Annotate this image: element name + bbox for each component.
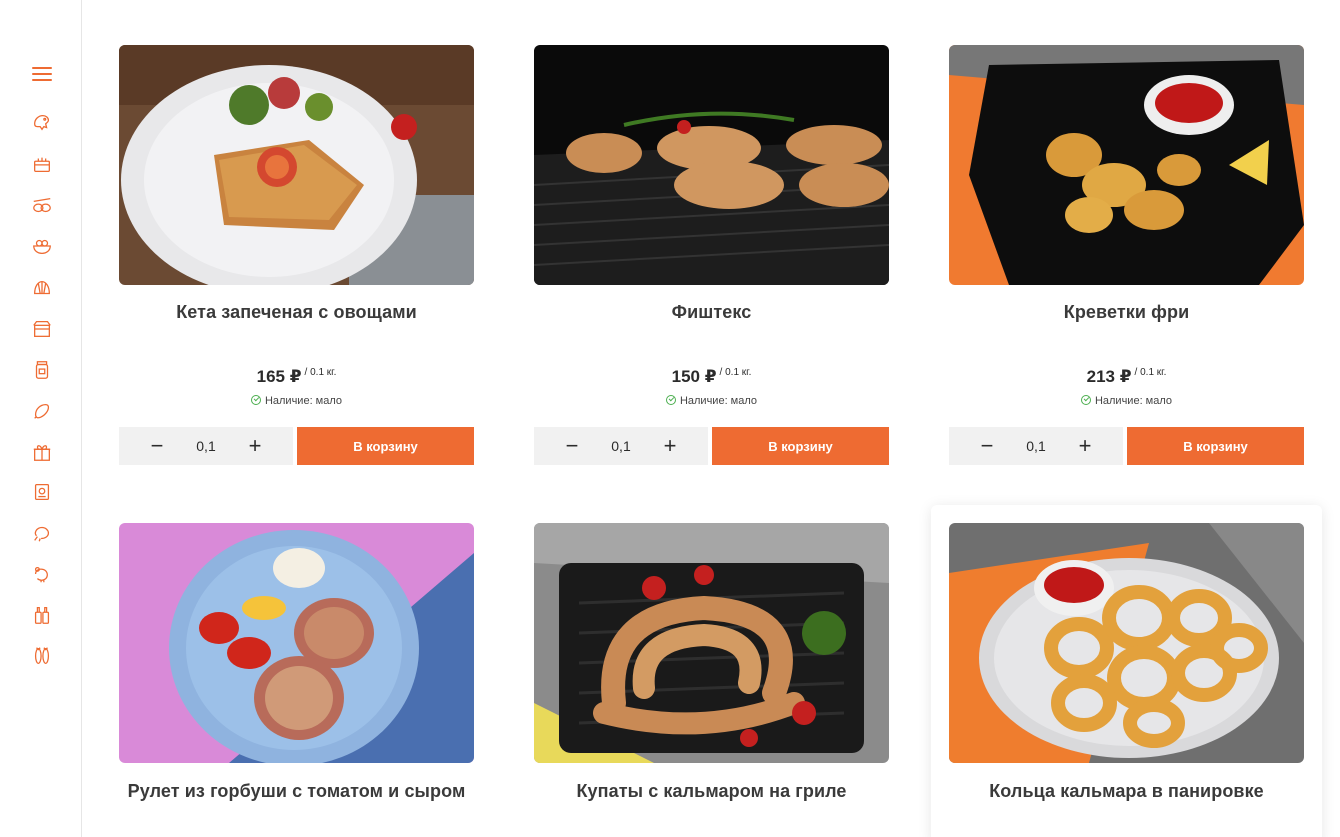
availability: Наличие: мало	[534, 395, 889, 407]
decrement-button[interactable]: −	[149, 435, 165, 457]
availability: Наличие: мало	[119, 395, 474, 407]
salad-icon[interactable]	[30, 234, 54, 258]
jar-icon[interactable]	[30, 358, 54, 382]
decrement-button[interactable]: −	[979, 435, 995, 457]
product-photo[interactable]	[949, 523, 1304, 763]
product-title[interactable]: Купаты с кальмаром на гриле	[534, 781, 889, 802]
quantity-stepper: − 0,1 +	[119, 427, 293, 465]
product-photo[interactable]	[534, 523, 889, 763]
price-unit: / 0.1 кг.	[304, 367, 337, 378]
product-title[interactable]: Кета запеченая с овощами	[119, 302, 474, 323]
increment-button[interactable]: +	[662, 435, 678, 457]
product-photo[interactable]	[949, 45, 1304, 285]
product-title[interactable]: Рулет из горбуши с томатом и сыром	[119, 781, 474, 802]
check-icon	[665, 395, 676, 405]
add-to-cart-button[interactable]: В корзину	[712, 427, 889, 465]
decrement-button[interactable]: −	[564, 435, 580, 457]
product-photo[interactable]	[534, 45, 889, 285]
product-photo[interactable]	[119, 45, 474, 285]
availability-text: Наличие: мало	[1094, 395, 1173, 407]
add-to-cart-button[interactable]: В корзину	[297, 427, 474, 465]
price-row: 150 ₽/ 0.1 кг.	[534, 367, 889, 387]
add-to-cart-button[interactable]: В корзину	[1127, 427, 1304, 465]
product-card: Кольца кальмара в панировке	[931, 505, 1322, 837]
quantity-stepper: − 0,1 +	[949, 427, 1123, 465]
availability-text: Наличие: мало	[679, 395, 758, 407]
quantity-value[interactable]: 0,1	[1016, 438, 1056, 454]
turkey-icon[interactable]	[30, 562, 54, 586]
price-row: 165 ₽/ 0.1 кг.	[119, 367, 474, 387]
product-photo[interactable]	[119, 523, 474, 763]
shell-icon[interactable]	[30, 276, 54, 300]
increment-button[interactable]: +	[1077, 435, 1093, 457]
check-icon	[1080, 395, 1091, 405]
chicken-icon[interactable]	[30, 521, 54, 545]
availability: Наличие: мало	[949, 395, 1304, 407]
availability-text: Наличие: мало	[264, 395, 343, 407]
quantity-stepper: − 0,1 +	[534, 427, 708, 465]
product-title[interactable]: Кольца кальмара в панировке	[949, 781, 1304, 802]
gift-icon[interactable]	[30, 440, 54, 464]
increment-button[interactable]: +	[247, 435, 263, 457]
sausage-icon[interactable]	[30, 399, 54, 423]
box-icon[interactable]	[30, 152, 54, 176]
grill-icon[interactable]	[30, 480, 54, 504]
price-unit: / 0.1 кг.	[1134, 367, 1167, 378]
product-title[interactable]: Креветки фри	[949, 302, 1304, 323]
quantity-value[interactable]: 0,1	[601, 438, 641, 454]
product-price: 165 ₽	[256, 367, 302, 386]
check-icon	[250, 395, 261, 405]
fish-icon[interactable]	[30, 644, 54, 668]
sidebar	[0, 0, 82, 837]
price-unit: / 0.1 кг.	[719, 367, 752, 378]
product-price: 213 ₽	[1086, 367, 1132, 386]
quantity-value[interactable]: 0,1	[186, 438, 226, 454]
poultry-icon[interactable]	[30, 110, 54, 134]
product-title[interactable]: Фиштекс	[534, 302, 889, 323]
product-price: 150 ₽	[671, 367, 717, 386]
sushi-icon[interactable]	[30, 194, 54, 218]
price-row: 213 ₽/ 0.1 кг.	[949, 367, 1304, 387]
menu-icon[interactable]	[32, 67, 52, 81]
bottles-icon[interactable]	[30, 603, 54, 627]
bakery-icon[interactable]	[30, 317, 54, 341]
